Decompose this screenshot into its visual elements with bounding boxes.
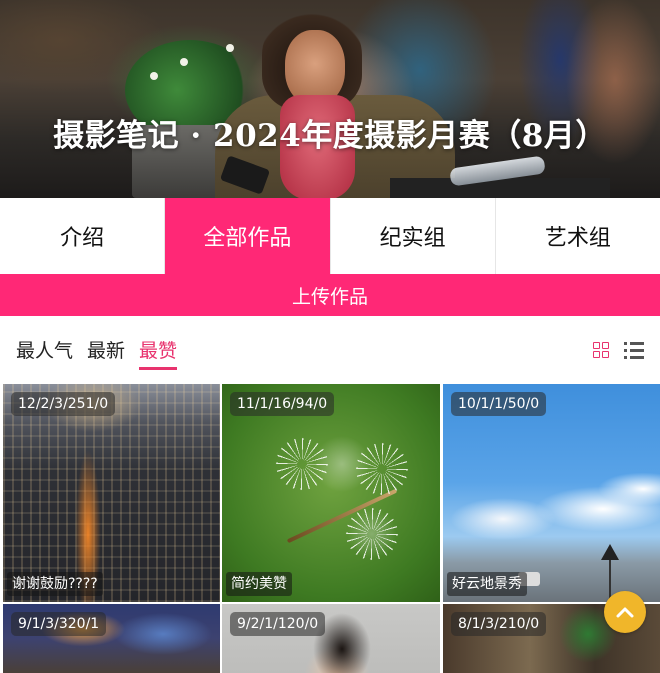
photo-stats-badge: 9/1/3/320/1 [11, 612, 107, 636]
banner-flower [150, 72, 158, 80]
tab-documentary[interactable]: 纪实组 [330, 198, 496, 274]
dandelion-seed [342, 504, 402, 564]
photo-card[interactable]: 9/2/1/120/0 [222, 604, 440, 673]
dandelion-seed [272, 434, 332, 494]
tab-intro[interactable]: 介绍 [0, 198, 166, 274]
tab-art[interactable]: 艺术组 [495, 198, 660, 274]
tab-all-works[interactable]: 全部作品 [165, 198, 331, 274]
sort-bar: 最人气 最新 最赞 [0, 316, 660, 382]
banner-title: 摄影笔记 · 2024年度摄影月赛（8月） [53, 118, 607, 154]
sort-most-popular[interactable]: 最人气 [16, 338, 73, 364]
scroll-to-top-button[interactable] [604, 591, 646, 633]
photo-card[interactable]: 10/1/1/50/0 好云地景秀 [443, 384, 660, 602]
banner-flower [180, 58, 188, 66]
sort-most-liked[interactable]: 最赞 [139, 338, 177, 364]
photo-stats-badge: 9/2/1/120/0 [230, 612, 326, 636]
upload-button[interactable]: 上传作品 [0, 274, 660, 316]
photo-caption: 谢谢鼓励???? [7, 572, 103, 596]
photo-card[interactable]: 12/2/3/251/0 谢谢鼓励???? [3, 384, 220, 602]
list-view-icon[interactable] [624, 341, 644, 359]
photo-sign-pole [609, 560, 611, 600]
category-tabs: 介绍 全部作品 纪实组 艺术组 [0, 198, 660, 274]
photo-stats-badge: 12/2/3/251/0 [11, 392, 116, 416]
photo-caption: 简约美赞 [226, 572, 292, 596]
page: 摄影笔记 · 2024年度摄影月赛（8月） 介绍 全部作品 纪实组 艺术组 上传… [0, 0, 660, 673]
banner-cart [390, 178, 610, 198]
banner-image: 摄影笔记 · 2024年度摄影月赛（8月） [0, 0, 660, 198]
chevron-up-icon [616, 607, 634, 618]
banner-person-face [285, 30, 345, 105]
grid-view-icon[interactable] [593, 342, 609, 358]
photo-card[interactable]: 9/1/3/320/1 [3, 604, 220, 673]
sort-newest[interactable]: 最新 [87, 338, 125, 364]
dandelion-seed [352, 439, 412, 499]
photo-stats-badge: 10/1/1/50/0 [451, 392, 547, 416]
photo-stats-badge: 8/1/3/210/0 [451, 612, 547, 636]
banner-flower [226, 44, 234, 52]
sort-active-underline [139, 367, 177, 370]
photo-caption: 好云地景秀 [447, 572, 527, 596]
photo-grid: 12/2/3/251/0 谢谢鼓励???? 11/1/16/94/0 简约美赞 … [0, 382, 660, 673]
photo-road-sign [601, 544, 619, 560]
photo-stats-badge: 11/1/16/94/0 [230, 392, 335, 416]
photo-card[interactable]: 11/1/16/94/0 简约美赞 [222, 384, 440, 602]
